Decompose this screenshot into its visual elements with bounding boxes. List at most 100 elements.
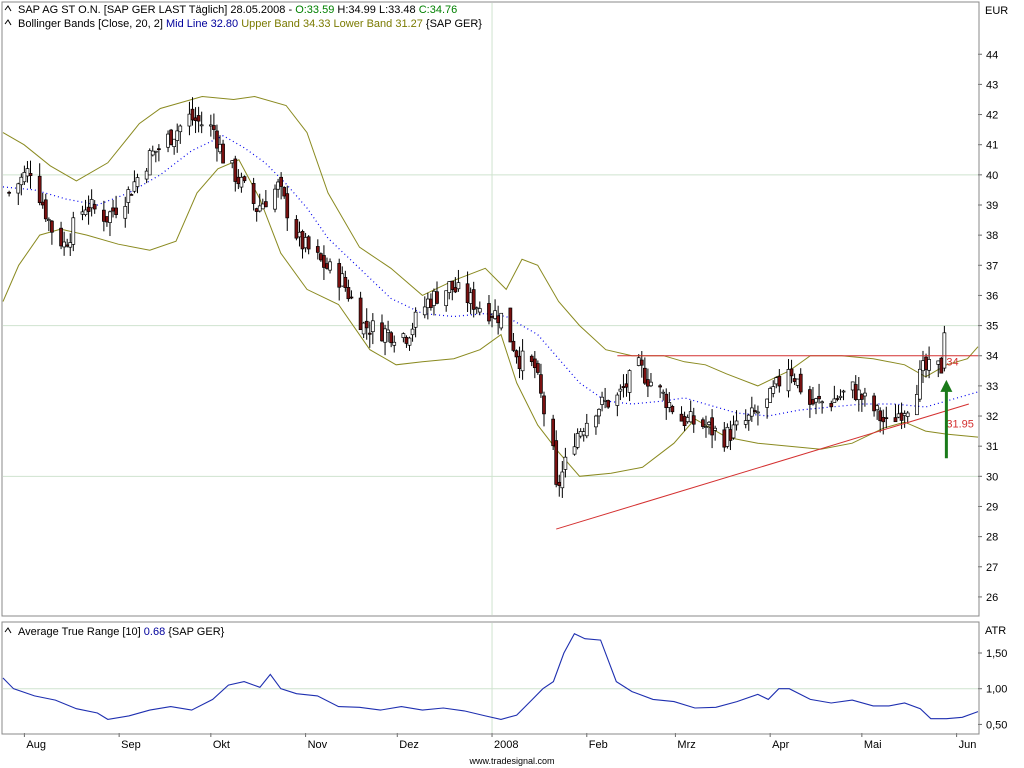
atr-series — [2, 632, 979, 720]
candle-body — [264, 201, 268, 208]
candle-body — [896, 413, 901, 418]
candle-body — [704, 426, 708, 428]
candle-body — [850, 381, 855, 391]
candle-body — [594, 415, 598, 428]
candle-body — [172, 138, 177, 147]
candle-body — [285, 193, 290, 219]
time-tick-label: Okt — [213, 739, 230, 751]
candle-body — [639, 359, 644, 366]
candle-body — [166, 133, 170, 148]
candle-body — [600, 396, 604, 405]
candle-body — [361, 322, 366, 335]
candle-body — [276, 181, 280, 190]
candle-body — [893, 417, 898, 423]
candle-body — [273, 188, 277, 210]
candle-body — [196, 115, 201, 122]
candle-body — [811, 399, 815, 405]
candle-body — [927, 359, 931, 371]
candle-body — [25, 168, 30, 177]
legend-part: 0.68 — [144, 626, 165, 638]
price-grid — [3, 3, 978, 733]
candle-body — [881, 417, 886, 423]
candle-body — [150, 150, 155, 156]
candle-body — [144, 170, 149, 180]
candle-body — [597, 408, 601, 417]
candle-body — [325, 263, 329, 269]
candle-body — [575, 433, 580, 448]
atr-tick-label: 1,50 — [986, 648, 1007, 660]
price-tick-label: 39 — [986, 200, 998, 212]
candle-body — [453, 287, 458, 293]
price-tick-label: 35 — [986, 321, 998, 333]
price-tick-label: 41 — [986, 140, 998, 152]
candle-body — [43, 199, 48, 220]
price-annotation: 31.95 — [946, 419, 974, 431]
candle-body — [187, 113, 192, 127]
candle-body — [572, 446, 577, 455]
price-y-axis: 26 27 28 29 30 31 32 33 34 35 36 37 38 39 40 41 42 43 44 — [978, 49, 998, 604]
candle-body — [679, 413, 684, 422]
time-tick-label: Apr — [772, 739, 789, 751]
candle-body — [208, 124, 213, 127]
legend-part: H:34.99 L:33.48 — [334, 4, 418, 16]
candle-body — [646, 379, 650, 387]
candle-body — [28, 173, 33, 176]
candle-body — [40, 201, 45, 206]
price-tick-label: 38 — [986, 230, 998, 242]
candle-body — [230, 160, 235, 164]
atr-tick-label: 0,50 — [986, 719, 1007, 731]
time-tick-label: Aug — [26, 739, 46, 751]
candle-body — [642, 367, 647, 384]
price-candles — [7, 97, 947, 498]
candle-body — [386, 329, 390, 333]
candle-body — [175, 130, 180, 141]
candle-body — [37, 175, 42, 204]
candle-body — [768, 388, 773, 403]
time-x-axis: Aug Sep Okt Nov Dez 2008 Feb Mrz Apr Mai Jun — [23, 733, 976, 751]
candle-body — [618, 388, 623, 392]
candle-body — [841, 390, 846, 393]
atr-unit-label: ATR — [985, 625, 1006, 637]
candle-body — [425, 298, 430, 309]
candle-body — [921, 360, 925, 372]
chart-canvas: 34 31.95 26 27 28 29 30 31 32 33 34 35 36 37 38 39 40 41… — [1, 1, 1008, 766]
candle-body — [447, 281, 452, 293]
candle-body — [297, 231, 302, 238]
indicator-glyph-icon — [4, 19, 12, 26]
price-tick-label: 43 — [986, 79, 998, 91]
candle-body — [743, 420, 748, 425]
candle-body — [508, 307, 513, 343]
indicator-glyph-icon — [4, 627, 12, 634]
legend-part: Average True Range [10] — [18, 626, 144, 638]
candle-body — [157, 148, 161, 151]
candle-body — [872, 395, 876, 412]
candle-body — [606, 400, 611, 408]
candle-body — [251, 183, 256, 204]
candle-body — [315, 246, 320, 253]
candle-body — [68, 242, 73, 248]
candle-body — [367, 332, 372, 335]
candle-body — [279, 176, 283, 187]
candle-body — [294, 219, 299, 239]
time-tick-label: Sep — [121, 739, 141, 751]
candle-body — [343, 276, 348, 288]
candle-body — [135, 177, 140, 187]
candle-body — [236, 176, 241, 185]
candle-body — [658, 385, 662, 388]
candle-body — [835, 398, 840, 400]
candle-body — [212, 125, 216, 130]
candle-body — [65, 244, 70, 247]
candle-body — [902, 413, 907, 416]
candle-body — [496, 315, 500, 324]
candle-body — [563, 456, 568, 470]
candle-body — [389, 332, 394, 344]
candle-body — [153, 150, 158, 153]
candle-body — [529, 355, 534, 363]
candle-body — [474, 307, 479, 310]
support-trendline — [556, 403, 969, 530]
candle-body — [92, 204, 97, 210]
candle-body — [820, 401, 824, 404]
candle-body — [407, 337, 412, 346]
source-credit: www.tradesignal.com — [468, 756, 554, 766]
candle-body — [349, 296, 354, 299]
